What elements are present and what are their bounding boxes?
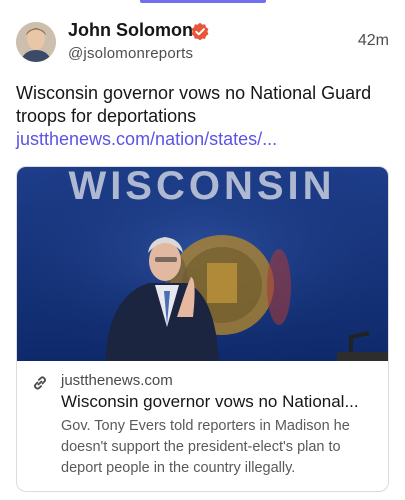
- author-name[interactable]: John Solomon: [68, 20, 193, 41]
- post-header: John Solomon @jsolomonreports 42m: [16, 18, 389, 68]
- post-body: Wisconsin governor vows no National Guar…: [16, 83, 372, 126]
- link-preview-card[interactable]: WISCONSIN justthenews.com Wisconsin gove…: [16, 166, 389, 492]
- card-description: Gov. Tony Evers told reporters in Madiso…: [61, 418, 350, 476]
- card-domain: justthenews.com: [61, 372, 173, 389]
- preview-image-text: WISCONSIN: [68, 167, 335, 208]
- card-title[interactable]: Wisconsin governor vows no National...: [61, 392, 379, 412]
- tab-indicator: [140, 0, 266, 3]
- verified-badge-icon: [191, 22, 209, 41]
- author-handle[interactable]: @jsolomonreports: [68, 45, 193, 62]
- post-timestamp[interactable]: 42m: [358, 32, 389, 50]
- preview-image: WISCONSIN: [17, 167, 388, 361]
- post-text: Wisconsin governor vows no National Guar…: [16, 82, 386, 151]
- avatar[interactable]: [16, 22, 56, 62]
- post-link[interactable]: justthenews.com/nation/states/...: [16, 129, 277, 149]
- card-body: justthenews.com Wisconsin governor vows …: [17, 361, 388, 491]
- link-icon: [34, 376, 46, 390]
